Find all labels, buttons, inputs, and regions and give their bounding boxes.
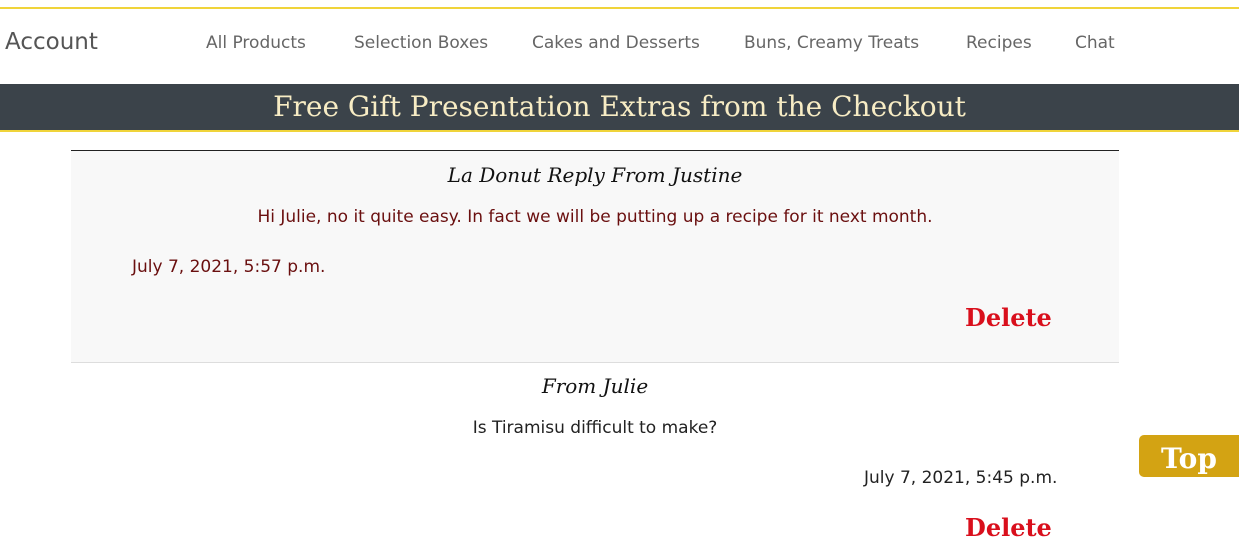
message-timestamp: July 7, 2021, 5:57 p.m. (132, 257, 326, 277)
message-timestamp: July 7, 2021, 5:45 p.m. (864, 468, 1058, 488)
nav-account-link[interactable]: Account (5, 29, 98, 55)
message-heading: La Donut Reply From Justine (447, 163, 743, 187)
message-body: Hi Julie, no it quite easy. In fact we w… (257, 207, 933, 227)
nav-link-all-products[interactable]: All Products (206, 33, 306, 53)
nav-link-cakes-and-desserts[interactable]: Cakes and Desserts (532, 33, 700, 53)
nav-link-chat[interactable]: Chat (1075, 33, 1115, 53)
nav-link-buns-creamy-treats[interactable]: Buns, Creamy Treats (744, 33, 919, 53)
chat-page: Account All Products Selection Boxes Cak… (0, 0, 1239, 544)
delete-message-button[interactable]: Delete (965, 513, 1052, 542)
message-body: Is Tiramisu difficult to make? (472, 418, 718, 438)
back-to-top-button[interactable]: Top (1139, 435, 1239, 477)
nav-link-selection-boxes[interactable]: Selection Boxes (354, 33, 488, 53)
promo-banner: Free Gift Presentation Extras from the C… (0, 84, 1239, 132)
back-to-top-label: Top (1161, 442, 1217, 475)
message-card-reply: La Donut Reply From Justine Hi Julie, no… (71, 150, 1119, 363)
nav-link-recipes[interactable]: Recipes (966, 33, 1032, 53)
delete-message-button[interactable]: Delete (965, 303, 1052, 332)
promo-banner-text: Free Gift Presentation Extras from the C… (273, 90, 966, 123)
message-heading: From Julie (541, 374, 649, 398)
main-navigation: Account All Products Selection Boxes Cak… (0, 9, 1239, 84)
